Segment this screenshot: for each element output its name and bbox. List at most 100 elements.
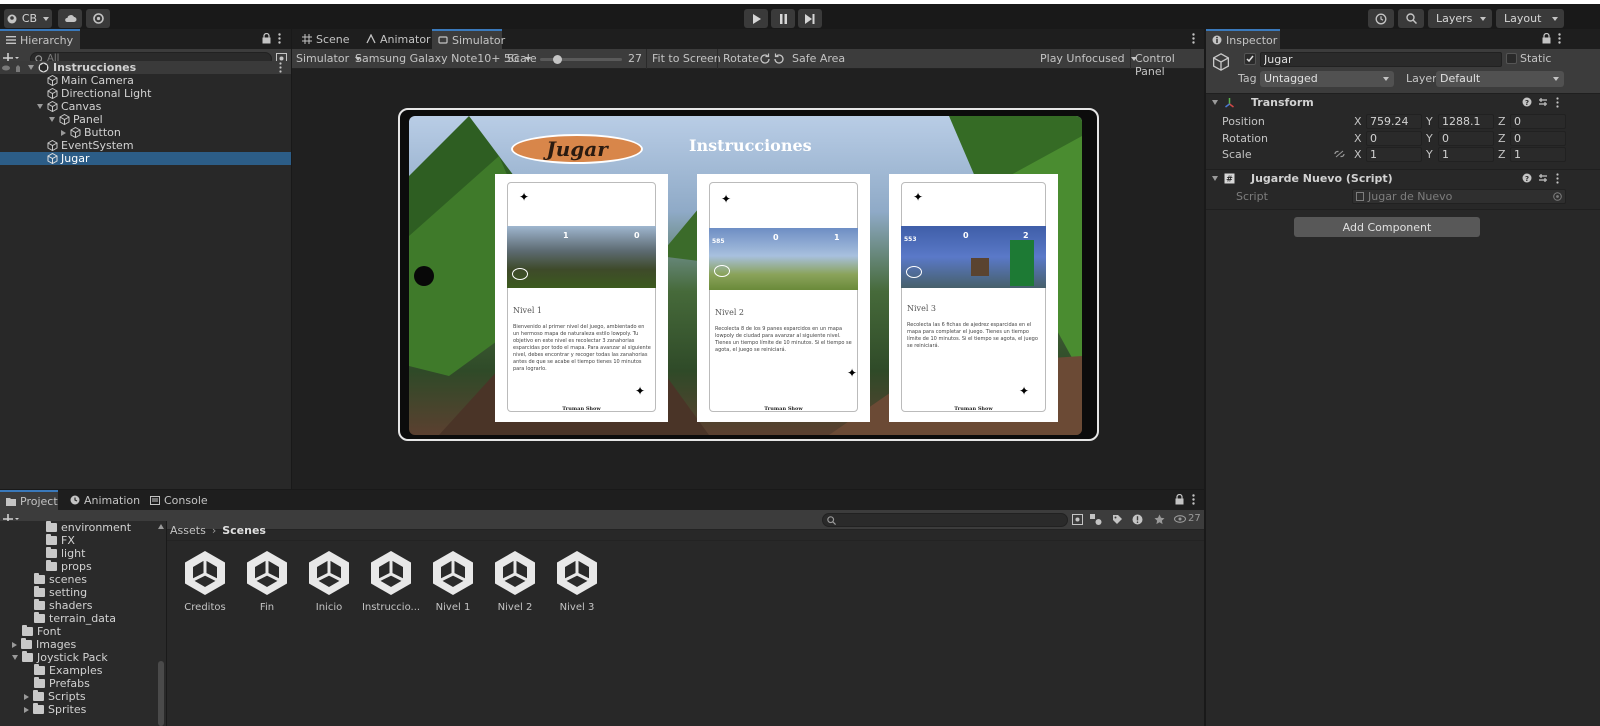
scene-asset[interactable]: Creditos [174,550,236,613]
tab-hierarchy[interactable]: Hierarchy [0,29,80,49]
search-by-type-icon[interactable] [1072,514,1083,525]
tree-scrollbar[interactable] [158,661,164,726]
folder-item[interactable]: Scripts [0,690,166,703]
search-button[interactable] [1398,9,1424,28]
tab-simulator[interactable]: Simulator [432,29,505,49]
kebab-menu-icon[interactable] [1192,33,1195,44]
eye-icon[interactable] [2,65,10,71]
breadcrumb-current[interactable]: Scenes [222,524,266,537]
filter-type-icon[interactable] [1090,514,1102,525]
hierarchy-item-canvas[interactable]: Canvas [0,100,291,113]
lock-icon[interactable] [262,33,271,44]
chevron-down-icon[interactable] [37,104,43,109]
star-icon[interactable] [1154,514,1165,525]
folder-item[interactable]: Joystick Pack [0,651,166,664]
folder-item[interactable]: Sprites [0,703,166,716]
kebab-menu-icon[interactable] [1556,97,1559,108]
safe-area-toggle[interactable]: Safe Area [792,52,845,65]
history-button[interactable] [1368,9,1394,28]
layer-dropdown[interactable]: Default [1436,71,1564,87]
folder-item[interactable]: scenes [0,573,166,586]
cloud-button[interactable] [58,9,82,28]
layout-dropdown[interactable]: Layout [1496,9,1564,28]
rotation-x-field[interactable]: 0 [1366,131,1422,146]
play-button[interactable] [744,9,768,28]
add-component-button[interactable]: Add Component [1294,217,1480,237]
help-icon[interactable]: ? [1522,97,1532,107]
static-checkbox[interactable] [1506,53,1517,64]
hierarchy-item-main-camera[interactable]: Main Camera [0,74,291,87]
chevron-down-icon[interactable] [1212,100,1218,105]
hierarchy-item-eventsystem[interactable]: EventSystem [0,139,291,152]
device-dropdown[interactable]: Samsung Galaxy Note10+ 5G [355,52,532,65]
folder-item[interactable]: terrain_data [0,612,166,625]
scale-slider-thumb[interactable] [553,55,563,64]
simulator-mode-dropdown[interactable]: Simulator [296,52,362,65]
folder-item[interactable]: Images [0,638,166,651]
lock-icon[interactable] [1542,33,1551,44]
scene-asset[interactable]: Instruccio... [360,550,422,613]
layers-dropdown[interactable]: Layers [1428,9,1492,28]
preset-icon[interactable] [1538,97,1548,107]
folder-item[interactable]: Examples [0,664,166,677]
preset-icon[interactable] [1538,173,1548,183]
position-y-field[interactable]: 1288.1 [1438,114,1494,129]
hierarchy-scene-row[interactable]: Instrucciones [0,61,291,74]
scene-asset[interactable]: Nivel 2 [484,550,546,613]
kebab-menu-icon[interactable] [279,62,282,73]
hand-icon[interactable] [14,64,22,72]
tab-scene[interactable]: Scene [296,29,356,49]
fit-to-screen-button[interactable]: Fit to Screen [652,52,721,65]
chevron-down-icon[interactable] [28,65,34,70]
transform-header[interactable]: Transform ? [1206,93,1600,111]
kebab-menu-icon[interactable] [278,33,281,44]
tab-project[interactable]: Project [0,490,58,510]
rotation-z-field[interactable]: 0 [1510,131,1566,146]
tab-inspector[interactable]: Inspector [1206,29,1280,49]
chevron-down-icon[interactable] [49,117,55,122]
script-component-header[interactable]: # Jugarde Nuevo (Script) ? [1206,169,1600,187]
object-picker-icon[interactable] [1553,192,1562,201]
scale-slider[interactable] [540,55,622,64]
position-x-field[interactable]: 759.24 [1366,114,1422,129]
hierarchy-item-jugar[interactable]: Jugar [0,152,291,165]
tab-animation[interactable]: Animation [64,490,146,510]
position-z-field[interactable]: 0 [1510,114,1566,129]
lock-icon[interactable] [1175,494,1184,505]
active-checkbox[interactable] [1244,53,1256,65]
constrain-proportions-icon[interactable] [1334,150,1345,158]
rotation-y-field[interactable]: 0 [1438,131,1494,146]
folder-item[interactable]: FX [0,534,166,547]
kebab-menu-icon[interactable] [1556,173,1559,184]
jugar-button[interactable]: Jugar [511,134,643,164]
help-icon[interactable]: ? [1522,173,1532,183]
scene-asset[interactable]: Nivel 3 [546,550,608,613]
rotate-right-icon[interactable] [773,53,785,65]
folder-item[interactable]: Font [0,625,166,638]
chevron-right-icon[interactable] [24,693,29,700]
kebab-menu-icon[interactable] [1558,33,1561,44]
hierarchy-item-button[interactable]: Button [0,126,291,139]
tab-animator[interactable]: Animator [360,29,437,49]
tag-dropdown[interactable]: Untagged [1260,71,1394,87]
folder-item[interactable]: setting [0,586,166,599]
tab-console[interactable]: Console [144,490,214,510]
folder-item[interactable]: shaders [0,599,166,612]
rotate-left-icon[interactable] [759,53,771,65]
scale-y-field[interactable]: 1 [1438,147,1494,162]
chevron-down-icon[interactable] [12,655,18,660]
chevron-down-icon[interactable] [1212,176,1218,181]
folder-item[interactable]: props [0,560,166,573]
folder-item[interactable]: environment [0,521,166,534]
scale-x-field[interactable]: 1 [1366,147,1422,162]
label-icon[interactable] [1112,514,1123,525]
folder-item[interactable]: light [0,547,166,560]
scene-asset[interactable]: Nivel 1 [422,550,484,613]
step-button[interactable] [798,9,822,28]
breadcrumb-root[interactable]: Assets [170,524,206,537]
chevron-right-icon[interactable] [24,706,29,713]
pause-button[interactable] [771,9,795,28]
account-button[interactable]: CB [4,9,52,28]
chevron-right-icon[interactable] [61,129,66,136]
scene-asset[interactable]: Inicio [298,550,360,613]
